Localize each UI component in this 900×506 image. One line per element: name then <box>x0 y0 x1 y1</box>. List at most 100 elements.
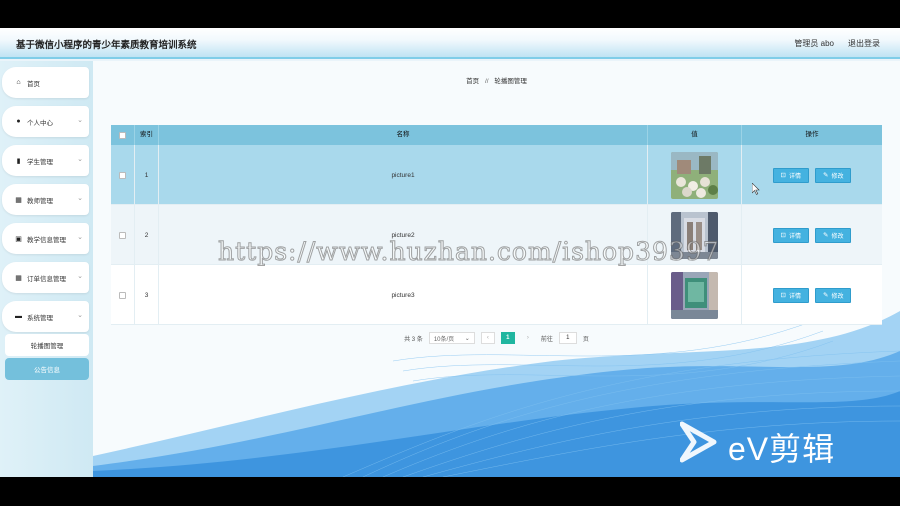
sidebar-subitem-label: 轮播图管理 <box>30 343 64 350</box>
chevron-down-icon: ⌄ <box>77 312 83 319</box>
top-header: 基于微信小程序的青少年素质教育培训系统 管理员 abo 退出登录 <box>0 28 900 59</box>
select-all-checkbox[interactable] <box>119 131 126 139</box>
sidebar-item-label: 系统管理 <box>27 314 53 322</box>
url-watermark: https://www.huzhan.com/ishop39397 <box>218 237 720 267</box>
edit-label: 修改 <box>831 173 844 180</box>
chevron-right-icon: › <box>526 335 529 341</box>
detail-label: 详情 <box>788 233 801 240</box>
select-all-cell <box>111 125 135 145</box>
row-select-cell <box>111 265 135 325</box>
prev-page-button[interactable]: ‹ <box>480 332 495 344</box>
sidebar-item-profile[interactable]: ● 个人中心 ⌄ <box>2 106 89 137</box>
sidebar-subitem-label: 公告信息 <box>34 367 60 374</box>
edit-button[interactable]: ✎ 修改 <box>815 227 852 243</box>
clipboard-icon: ▮ <box>16 157 21 165</box>
sidebar-subitem-carousel[interactable]: 轮播图管理 <box>5 334 89 356</box>
goto-suffix: 页 <box>582 336 589 343</box>
detail-icon: ⊡ <box>780 172 786 179</box>
col-name: 名称 <box>159 125 648 145</box>
row-select-cell <box>111 205 135 265</box>
col-index: 索引 <box>135 125 159 145</box>
col-actions: 操作 <box>805 131 819 138</box>
breadcrumb-separator: // <box>484 78 489 85</box>
app-title: 基于微信小程序的青少年素质教育培训系统 <box>16 40 197 51</box>
sidebar-item-label: 首页 <box>27 80 40 88</box>
chevron-down-icon: ⌄ <box>77 156 83 163</box>
detail-button[interactable]: ⊡ 详情 <box>772 287 809 303</box>
pagination-total: 共 3 条 <box>404 336 423 343</box>
sidebar: ⌂ 首页 ● 个人中心 ⌄ ▮ 学生管理 ⌄ ▦ 教师管理 ⌄ ▣ 教学信息管理… <box>0 61 93 477</box>
row-checkbox[interactable] <box>119 291 126 299</box>
edit-button[interactable]: ✎ 修改 <box>815 287 852 303</box>
breadcrumb: 首页 // 轮播图管理 <box>93 75 900 85</box>
sidebar-item-label: 个人中心 <box>27 119 53 127</box>
col-value: 值 <box>648 125 742 145</box>
letterbox-top <box>0 0 900 28</box>
letterbox-bottom <box>0 477 900 506</box>
table-row[interactable]: 1 picture1 ⊡ 详情 ✎ 修改 <box>111 145 882 205</box>
chevron-down-icon: ⌄ <box>77 273 83 280</box>
garden-photo[interactable] <box>671 151 718 199</box>
goto-prefix: 前往 <box>540 336 553 343</box>
sidebar-item-label: 订单信息管理 <box>27 275 66 283</box>
row-select-cell <box>111 145 135 205</box>
pagination: 共 3 条 10条/页 ⌄ ‹ 1 › 前往 1 页 <box>93 331 900 345</box>
logout-link[interactable]: 退出登录 <box>848 38 880 49</box>
detail-icon: ⊡ <box>780 232 786 239</box>
sidebar-item-orders[interactable]: ▦ 订单信息管理 ⌄ <box>2 262 89 293</box>
page-size-select[interactable]: 10条/页 ⌄ <box>428 332 475 344</box>
table-row[interactable]: 3 picture3 ⊡ 详情 ✎ 修改 <box>111 265 882 325</box>
briefcase-icon: ▬ <box>15 313 22 320</box>
chevron-left-icon: ‹ <box>486 335 489 341</box>
sidebar-item-teachers[interactable]: ▦ 教师管理 ⌄ <box>2 184 89 215</box>
detail-label: 详情 <box>788 293 801 300</box>
book-icon: ▣ <box>15 235 22 243</box>
sidebar-item-teaching[interactable]: ▣ 教学信息管理 ⌄ <box>2 223 89 254</box>
row-actions: ⊡ 详情 ✎ 修改 <box>742 265 882 325</box>
sidebar-item-home[interactable]: ⌂ 首页 <box>2 67 89 98</box>
row-name: picture3 <box>159 265 648 325</box>
home-icon: ⌂ <box>16 79 21 86</box>
table-header: 索引 名称 值 操作 <box>111 125 882 145</box>
edit-icon: ✎ <box>823 232 829 239</box>
sidebar-item-students[interactable]: ▮ 学生管理 ⌄ <box>2 145 89 176</box>
row-image-cell <box>648 145 742 205</box>
row-name: picture1 <box>159 145 648 205</box>
page-number-current[interactable]: 1 <box>500 332 515 344</box>
chevron-down-icon: ⌄ <box>77 234 83 241</box>
current-user: 管理员 abo <box>794 39 834 48</box>
row-index: 1 <box>135 145 159 205</box>
user-icon: ● <box>16 118 21 125</box>
chevron-down-icon: ⌄ <box>464 335 470 342</box>
breadcrumb-current: 轮播图管理 <box>494 78 527 85</box>
mouse-cursor-icon <box>752 183 760 195</box>
edit-icon: ✎ <box>823 172 829 179</box>
row-actions: ⊡ 详情 ✎ 修改 <box>742 145 882 205</box>
row-checkbox[interactable] <box>119 231 126 239</box>
row-index: 2 <box>135 205 159 265</box>
breadcrumb-home[interactable]: 首页 <box>466 78 479 85</box>
next-page-button[interactable]: › <box>521 332 535 344</box>
detail-icon: ⊡ <box>780 292 786 299</box>
page-size-value: 10条/页 <box>433 336 455 343</box>
main-content: 首页 // 轮播图管理 索引 名称 值 操作 1 picture1 ⊡ 详情 ✎… <box>93 61 900 477</box>
detail-label: 详情 <box>788 173 801 180</box>
classroom-photo[interactable] <box>671 271 718 319</box>
row-image-cell <box>648 265 742 325</box>
sidebar-item-label: 学生管理 <box>27 158 53 166</box>
row-actions: ⊡ 详情 ✎ 修改 <box>742 205 882 265</box>
sidebar-subitem-notice[interactable]: 公告信息 <box>5 358 89 380</box>
row-checkbox[interactable] <box>119 171 126 179</box>
goto-page-input[interactable]: 1 <box>558 332 577 344</box>
chevron-down-icon: ⌄ <box>77 117 83 124</box>
detail-button[interactable]: ⊡ 详情 <box>772 227 809 243</box>
edit-button[interactable]: ✎ 修改 <box>815 167 852 183</box>
sidebar-item-system[interactable]: ▬ 系统管理 ⌄ <box>2 301 89 332</box>
edit-label: 修改 <box>831 293 844 300</box>
edit-label: 修改 <box>831 233 844 240</box>
sidebar-item-label: 教师管理 <box>27 197 53 205</box>
sidebar-item-label: 教学信息管理 <box>27 236 66 244</box>
detail-button[interactable]: ⊡ 详情 <box>772 167 809 183</box>
grid-icon: ▦ <box>15 274 22 282</box>
chevron-down-icon: ⌄ <box>77 195 83 202</box>
